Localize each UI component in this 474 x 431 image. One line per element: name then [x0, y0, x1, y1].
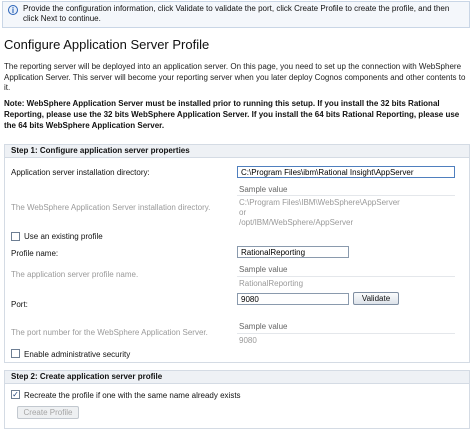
enable-admin-security-checkbox[interactable]: [11, 349, 20, 358]
recreate-profile-label: Recreate the profile if one with the sam…: [24, 391, 241, 400]
port-sample-value: 9080: [239, 336, 257, 345]
port-description: The port number for the WebSphere Applic…: [11, 328, 208, 337]
install-dir-sample-value-1: C:\Program Files\IBM\WebSphere\AppServer: [239, 198, 400, 207]
create-profile-button[interactable]: Create Profile: [17, 406, 79, 419]
recreate-profile-checkbox[interactable]: ✓: [11, 390, 20, 399]
use-existing-profile-checkbox[interactable]: [11, 232, 20, 241]
validate-button[interactable]: Validate: [353, 292, 399, 305]
install-dir-sample-heading: Sample value: [239, 185, 288, 194]
install-dir-description: The WebSphere Application Server install…: [11, 203, 211, 212]
separator: [237, 333, 455, 334]
use-existing-profile-label: Use an existing profile: [24, 232, 103, 241]
step1-header: Step 1: Configure application server pro…: [5, 145, 469, 158]
port-input[interactable]: [237, 293, 349, 305]
installation-note: Note: WebSphere Application Server must …: [4, 99, 460, 130]
profile-name-input[interactable]: [237, 246, 349, 258]
port-sample-heading: Sample value: [239, 322, 288, 331]
profile-sample-heading: Sample value: [239, 265, 288, 274]
profile-name-description: The application server profile name.: [11, 270, 139, 279]
info-banner: i Provide the configuration information,…: [2, 1, 470, 28]
separator: [237, 195, 455, 196]
step1-section: Step 1: Configure application server pro…: [4, 144, 470, 363]
install-dir-sample-value-2: /opt/IBM/WebSphere/AppServer: [239, 218, 354, 227]
intro-text: The reporting server will be deployed in…: [4, 62, 466, 92]
profile-sample-value: RationalReporting: [239, 279, 304, 288]
separator: [237, 276, 455, 277]
enable-admin-security-label: Enable administrative security: [24, 350, 131, 359]
port-label: Port:: [11, 300, 28, 309]
profile-name-label: Profile name:: [11, 249, 59, 258]
step2-header: Step 2: Create application server profil…: [5, 371, 469, 384]
page-title: Configure Application Server Profile: [4, 37, 210, 52]
install-dir-label: Application server installation director…: [11, 168, 150, 177]
install-dir-input[interactable]: [237, 166, 455, 178]
info-banner-text: Provide the configuration information, c…: [23, 4, 450, 23]
step2-section: Step 2: Create application server profil…: [4, 370, 470, 429]
info-icon: i: [8, 5, 18, 15]
